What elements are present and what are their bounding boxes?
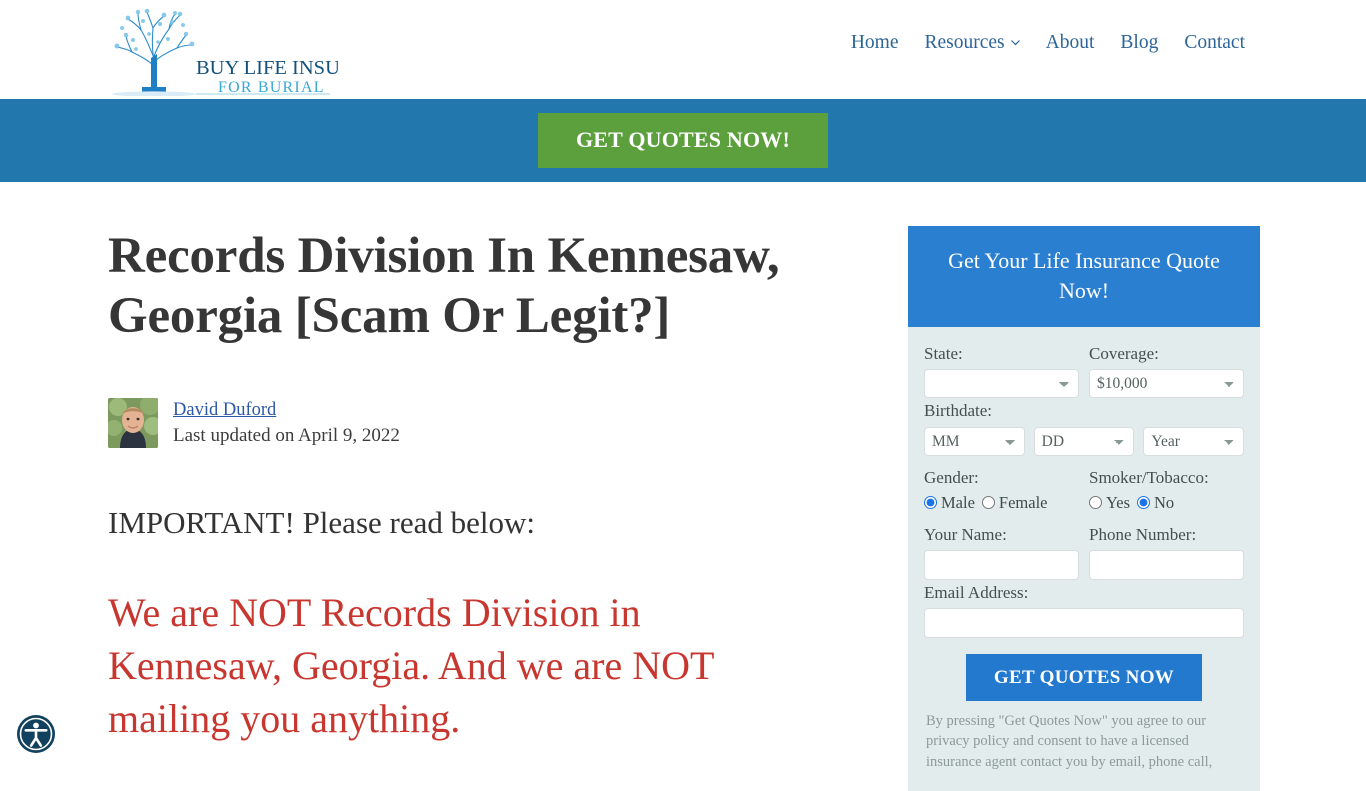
nav-item-home[interactable]: Home	[838, 33, 912, 53]
smoker-no-label: No	[1154, 493, 1174, 513]
gender-male-radio[interactable]	[924, 496, 937, 509]
avatar	[108, 398, 158, 448]
gender-female-radio[interactable]	[982, 496, 995, 509]
site-header: BUY LIFE INSURANCE FOR BURIAL Home Resou…	[0, 0, 1366, 99]
nav-item-blog[interactable]: Blog	[1107, 33, 1171, 53]
name-phone-row: Your Name: Phone Number:	[924, 522, 1244, 580]
tree-icon: BUY LIFE INSURANCE FOR BURIAL	[108, 4, 338, 96]
byline: David Duford Last updated on April 9, 20…	[108, 398, 878, 448]
gender-female-label: Female	[999, 493, 1048, 513]
birth-month-select[interactable]: MM	[924, 427, 1025, 456]
gender-options: Male Female	[924, 493, 1079, 513]
get-quotes-now-banner-button[interactable]: GET QUOTES NOW!	[538, 113, 828, 167]
smoker-no-option[interactable]: No	[1137, 493, 1174, 513]
nav-item-label: Contact	[1184, 33, 1245, 53]
nav-item-about[interactable]: About	[1033, 33, 1108, 53]
site-logo[interactable]: BUY LIFE INSURANCE FOR BURIAL	[108, 4, 338, 96]
state-label: State:	[924, 343, 1079, 365]
nav-item-label: Blog	[1120, 33, 1158, 53]
cta-banner: GET QUOTES NOW!	[0, 99, 1366, 182]
quote-widget-title: Get Your Life Insurance Quote Now!	[908, 226, 1260, 327]
phone-label: Phone Number:	[1089, 524, 1244, 546]
logo-line2: FOR BURIAL	[218, 79, 325, 96]
nav-item-resources[interactable]: Resources	[912, 33, 1033, 53]
state-select[interactable]	[924, 369, 1079, 398]
chevron-down-icon	[1010, 37, 1020, 47]
article-column: Records Division In Kennesaw, Georgia [S…	[108, 226, 908, 745]
page-title: Records Division In Kennesaw, Georgia [S…	[108, 226, 878, 346]
page-body: Records Division In Kennesaw, Georgia [S…	[0, 182, 1366, 791]
phone-input[interactable]	[1089, 550, 1244, 580]
byline-text: David Duford Last updated on April 9, 20…	[173, 400, 400, 446]
smoker-options: Yes No	[1089, 493, 1244, 513]
submit-wrapper: GET QUOTES NOW	[924, 654, 1244, 701]
accessibility-icon	[16, 714, 56, 754]
gender-smoker-row: Gender: Male Female	[924, 465, 1244, 513]
name-input[interactable]	[924, 550, 1079, 580]
birthdate-row: MM DD Year	[924, 427, 1244, 456]
smoker-label: Smoker/Tobacco:	[1089, 467, 1244, 489]
last-updated-date: Last updated on April 9, 2022	[173, 426, 400, 447]
quote-widget: Get Your Life Insurance Quote Now! State…	[908, 226, 1260, 791]
state-coverage-row: State: Coverage: $10,000	[924, 341, 1244, 398]
birthdate-label: Birthdate:	[924, 400, 1244, 422]
author-link[interactable]: David Duford	[173, 400, 400, 420]
smoker-yes-label: Yes	[1106, 493, 1130, 513]
smoker-no-radio[interactable]	[1137, 496, 1150, 509]
main-navigation: Home Resources About Blog Contact	[838, 33, 1245, 53]
email-label: Email Address:	[924, 582, 1244, 604]
coverage-select[interactable]: $10,000	[1089, 369, 1244, 398]
name-label: Your Name:	[924, 524, 1079, 546]
accessibility-widget-button[interactable]	[16, 714, 56, 754]
smoker-yes-radio[interactable]	[1089, 496, 1102, 509]
logo-line1: BUY LIFE INSURANCE	[196, 57, 338, 79]
state-field-group: State:	[924, 341, 1079, 398]
name-field-group: Your Name:	[924, 522, 1079, 580]
get-quotes-now-submit-button[interactable]: GET QUOTES NOW	[966, 654, 1202, 701]
lead-heading: IMPORTANT! Please read below:	[108, 504, 878, 543]
gender-female-option[interactable]: Female	[982, 493, 1048, 513]
alert-heading: We are NOT Records Division in Kennesaw,…	[108, 587, 788, 745]
gender-label: Gender:	[924, 467, 1079, 489]
form-disclaimer: By pressing "Get Quotes Now" you agree t…	[926, 711, 1242, 773]
smoker-yes-option[interactable]: Yes	[1089, 493, 1130, 513]
gender-group: Gender: Male Female	[924, 465, 1079, 513]
email-input[interactable]	[924, 608, 1244, 638]
nav-item-contact[interactable]: Contact	[1171, 33, 1245, 53]
quote-form: State: Coverage: $10,000 Birthdate:	[908, 327, 1260, 790]
nav-item-label: Resources	[925, 33, 1005, 53]
birth-year-select[interactable]: Year	[1143, 427, 1244, 456]
sidebar-column: Get Your Life Insurance Quote Now! State…	[908, 226, 1260, 791]
coverage-label: Coverage:	[1089, 343, 1244, 365]
phone-field-group: Phone Number:	[1089, 522, 1244, 580]
smoker-group: Smoker/Tobacco: Yes No	[1089, 465, 1244, 513]
gender-male-label: Male	[941, 493, 975, 513]
coverage-field-group: Coverage: $10,000	[1089, 341, 1244, 398]
nav-item-label: Home	[851, 33, 899, 53]
birth-day-select[interactable]: DD	[1034, 427, 1135, 456]
nav-item-label: About	[1046, 33, 1095, 53]
gender-male-option[interactable]: Male	[924, 493, 975, 513]
